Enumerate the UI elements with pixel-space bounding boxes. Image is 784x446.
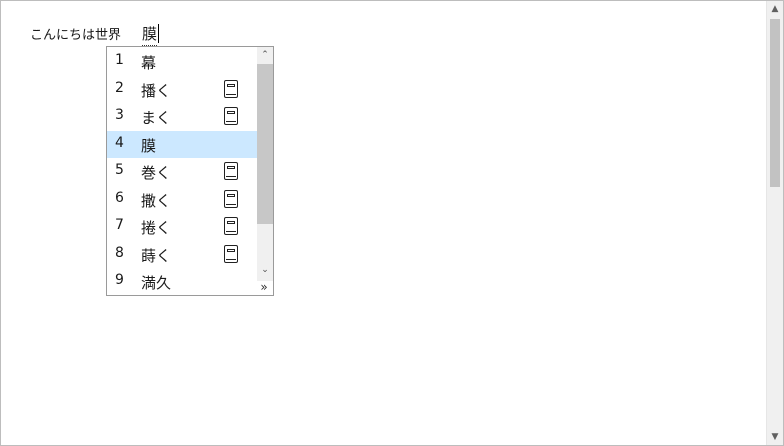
candidate-word: 捲く (141, 219, 172, 237)
candidate-scrollbar-thumb[interactable] (257, 64, 273, 224)
chevron-down-icon[interactable]: ⌄ (257, 263, 273, 277)
ime-composition-text: 膜 (142, 23, 158, 46)
candidate-number: 8 (115, 244, 124, 261)
candidate-word: 膜 (141, 136, 157, 155)
dictionary-icon (224, 244, 238, 263)
composition-string: 膜 (142, 25, 158, 43)
candidate-number: 5 (115, 162, 124, 178)
candidate-scrollbar[interactable]: ⌃ ⌄ (257, 47, 273, 281)
candidate-word: 満久 (141, 274, 172, 292)
scrollbar-thumb[interactable] (770, 19, 780, 187)
chevron-up-icon[interactable]: ⌃ (257, 48, 273, 62)
committed-text: こんにちは世界 (30, 28, 122, 43)
scroll-down-arrow-icon[interactable]: ▼ (767, 429, 783, 445)
candidate-word: 幕 (141, 54, 157, 72)
candidate-word: 蒔く (141, 246, 172, 265)
dictionary-icon (224, 189, 238, 208)
candidate-number: 6 (115, 189, 124, 206)
candidate-word: 巻く (141, 164, 172, 182)
expand-candidates-icon[interactable]: » (257, 280, 271, 294)
dictionary-icon (224, 162, 238, 180)
candidate-number: 2 (115, 79, 124, 96)
window-vertical-scrollbar[interactable]: ▲ ▼ (766, 1, 783, 445)
candidate-item[interactable]: 1 幕 (107, 48, 258, 76)
candidate-list: 1 幕 2 播く 3 まく 4 膜 5 巻く 6 撒く 7 捲く 8 蒔く 9 … (107, 48, 258, 296)
dictionary-icon (224, 217, 238, 235)
candidate-number: 9 (115, 272, 124, 288)
candidate-item[interactable]: 5 巻く (107, 158, 258, 186)
candidate-item[interactable]: 3 まく (107, 103, 258, 131)
dictionary-icon (224, 79, 238, 98)
candidate-word: まく (141, 109, 172, 127)
candidate-item[interactable]: 6 撒く (107, 186, 258, 214)
candidate-word: 播く (141, 81, 172, 100)
text-caret (158, 24, 159, 43)
candidate-number: 3 (115, 107, 124, 123)
candidate-item[interactable]: 2 播く (107, 76, 258, 104)
dictionary-icon (224, 107, 238, 125)
candidate-number: 1 (115, 52, 124, 68)
candidate-number: 7 (115, 217, 124, 233)
candidate-number: 4 (115, 134, 124, 151)
ime-candidate-window: 1 幕 2 播く 3 まく 4 膜 5 巻く 6 撒く 7 捲く 8 蒔く 9 … (106, 46, 274, 296)
candidate-word: 撒く (141, 191, 172, 210)
candidate-item[interactable]: 7 捲く (107, 213, 258, 241)
candidate-item-selected[interactable]: 4 膜 (107, 130, 258, 158)
scroll-up-arrow-icon[interactable]: ▲ (767, 1, 783, 17)
candidate-item[interactable]: 8 蒔く (107, 241, 258, 269)
candidate-item[interactable]: 9 満久 (107, 268, 258, 296)
